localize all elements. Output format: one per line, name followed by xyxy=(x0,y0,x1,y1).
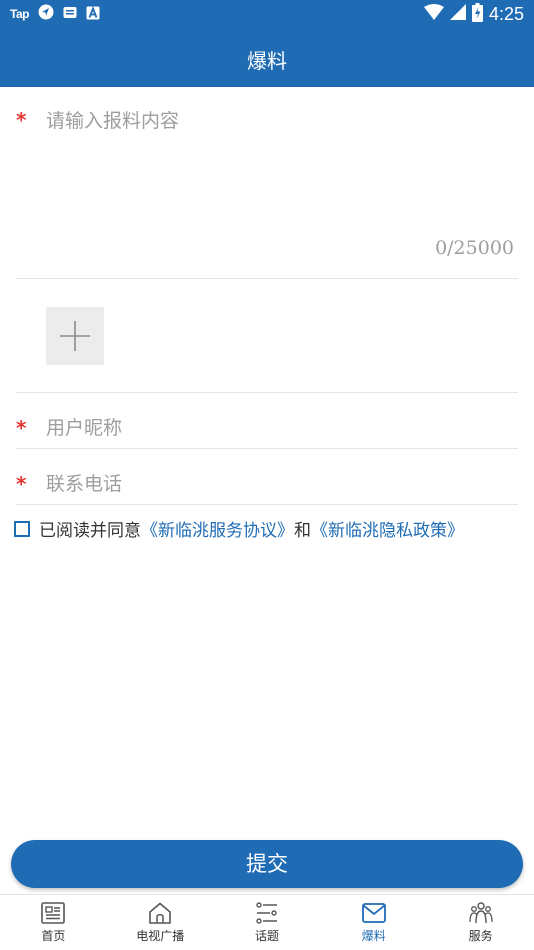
mail-icon xyxy=(361,903,386,923)
nickname-placeholder: 用户昵称 xyxy=(46,417,123,439)
divider xyxy=(16,278,518,279)
plus-icon xyxy=(60,321,90,351)
tab-home[interactable]: 首页 xyxy=(0,895,107,950)
status-time: 4:25 xyxy=(488,3,524,24)
bottom-tab-bar: 首页 电视广播 话题 爆料 服务 xyxy=(0,894,534,950)
page-title: 爆料 xyxy=(247,49,287,73)
divider xyxy=(16,392,518,393)
navigation-icon xyxy=(38,4,54,24)
status-right-icons: 4:25 xyxy=(423,2,524,26)
wifi-icon xyxy=(423,4,444,24)
tab-label: 服务 xyxy=(468,929,493,943)
tab-label: 话题 xyxy=(254,929,279,943)
character-counter: 0/25000 xyxy=(435,237,514,259)
tab-services[interactable]: 服务 xyxy=(427,895,534,950)
tab-tv-radio[interactable]: 电视广播 xyxy=(107,895,214,950)
tab-label: 爆料 xyxy=(361,929,386,943)
phone-field[interactable]: * 联系电话 xyxy=(16,466,518,502)
required-star: * xyxy=(16,472,27,496)
divider xyxy=(16,504,518,505)
agreement-prefix: 已阅读并同意 xyxy=(39,521,141,541)
home-icon xyxy=(149,902,171,924)
divider xyxy=(16,448,518,449)
privacy-policy-link[interactable]: 《新临洮隐私政策》 xyxy=(311,516,464,541)
a-box-icon xyxy=(86,5,100,24)
content-placeholder: 请输入报料内容 xyxy=(46,110,180,132)
nickname-field[interactable]: * 用户昵称 xyxy=(16,410,518,446)
topic-list-icon xyxy=(256,902,277,924)
tab-label: 首页 xyxy=(41,929,66,943)
submit-button[interactable]: 提交 xyxy=(11,840,523,888)
message-icon xyxy=(63,5,77,24)
required-star: * xyxy=(16,108,27,132)
tab-topics[interactable]: 话题 xyxy=(214,895,321,950)
status-left-icons: Tap xyxy=(10,4,100,24)
tab-report[interactable]: 爆料 xyxy=(320,895,427,950)
app-bar: 爆料 xyxy=(0,28,534,87)
phone-placeholder: 联系电话 xyxy=(46,473,123,495)
signal-icon xyxy=(449,4,466,24)
tab-label: 电视广播 xyxy=(136,929,185,943)
battery-icon xyxy=(471,2,483,26)
people-icon xyxy=(468,902,493,924)
add-media-button[interactable] xyxy=(46,307,104,365)
news-icon xyxy=(41,902,66,924)
agreement-conjunction: 和 xyxy=(294,521,311,541)
required-star: * xyxy=(16,416,27,440)
service-agreement-link[interactable]: 《新临洮服务协议》 xyxy=(141,516,294,541)
tap-icon: Tap xyxy=(10,7,29,21)
agreement-row: 已阅读并同意 《新临洮服务协议》 和 《新临洮隐私政策》 xyxy=(14,516,464,541)
agreement-checkbox[interactable] xyxy=(14,520,30,537)
status-bar: Tap 4:25 xyxy=(0,0,534,28)
